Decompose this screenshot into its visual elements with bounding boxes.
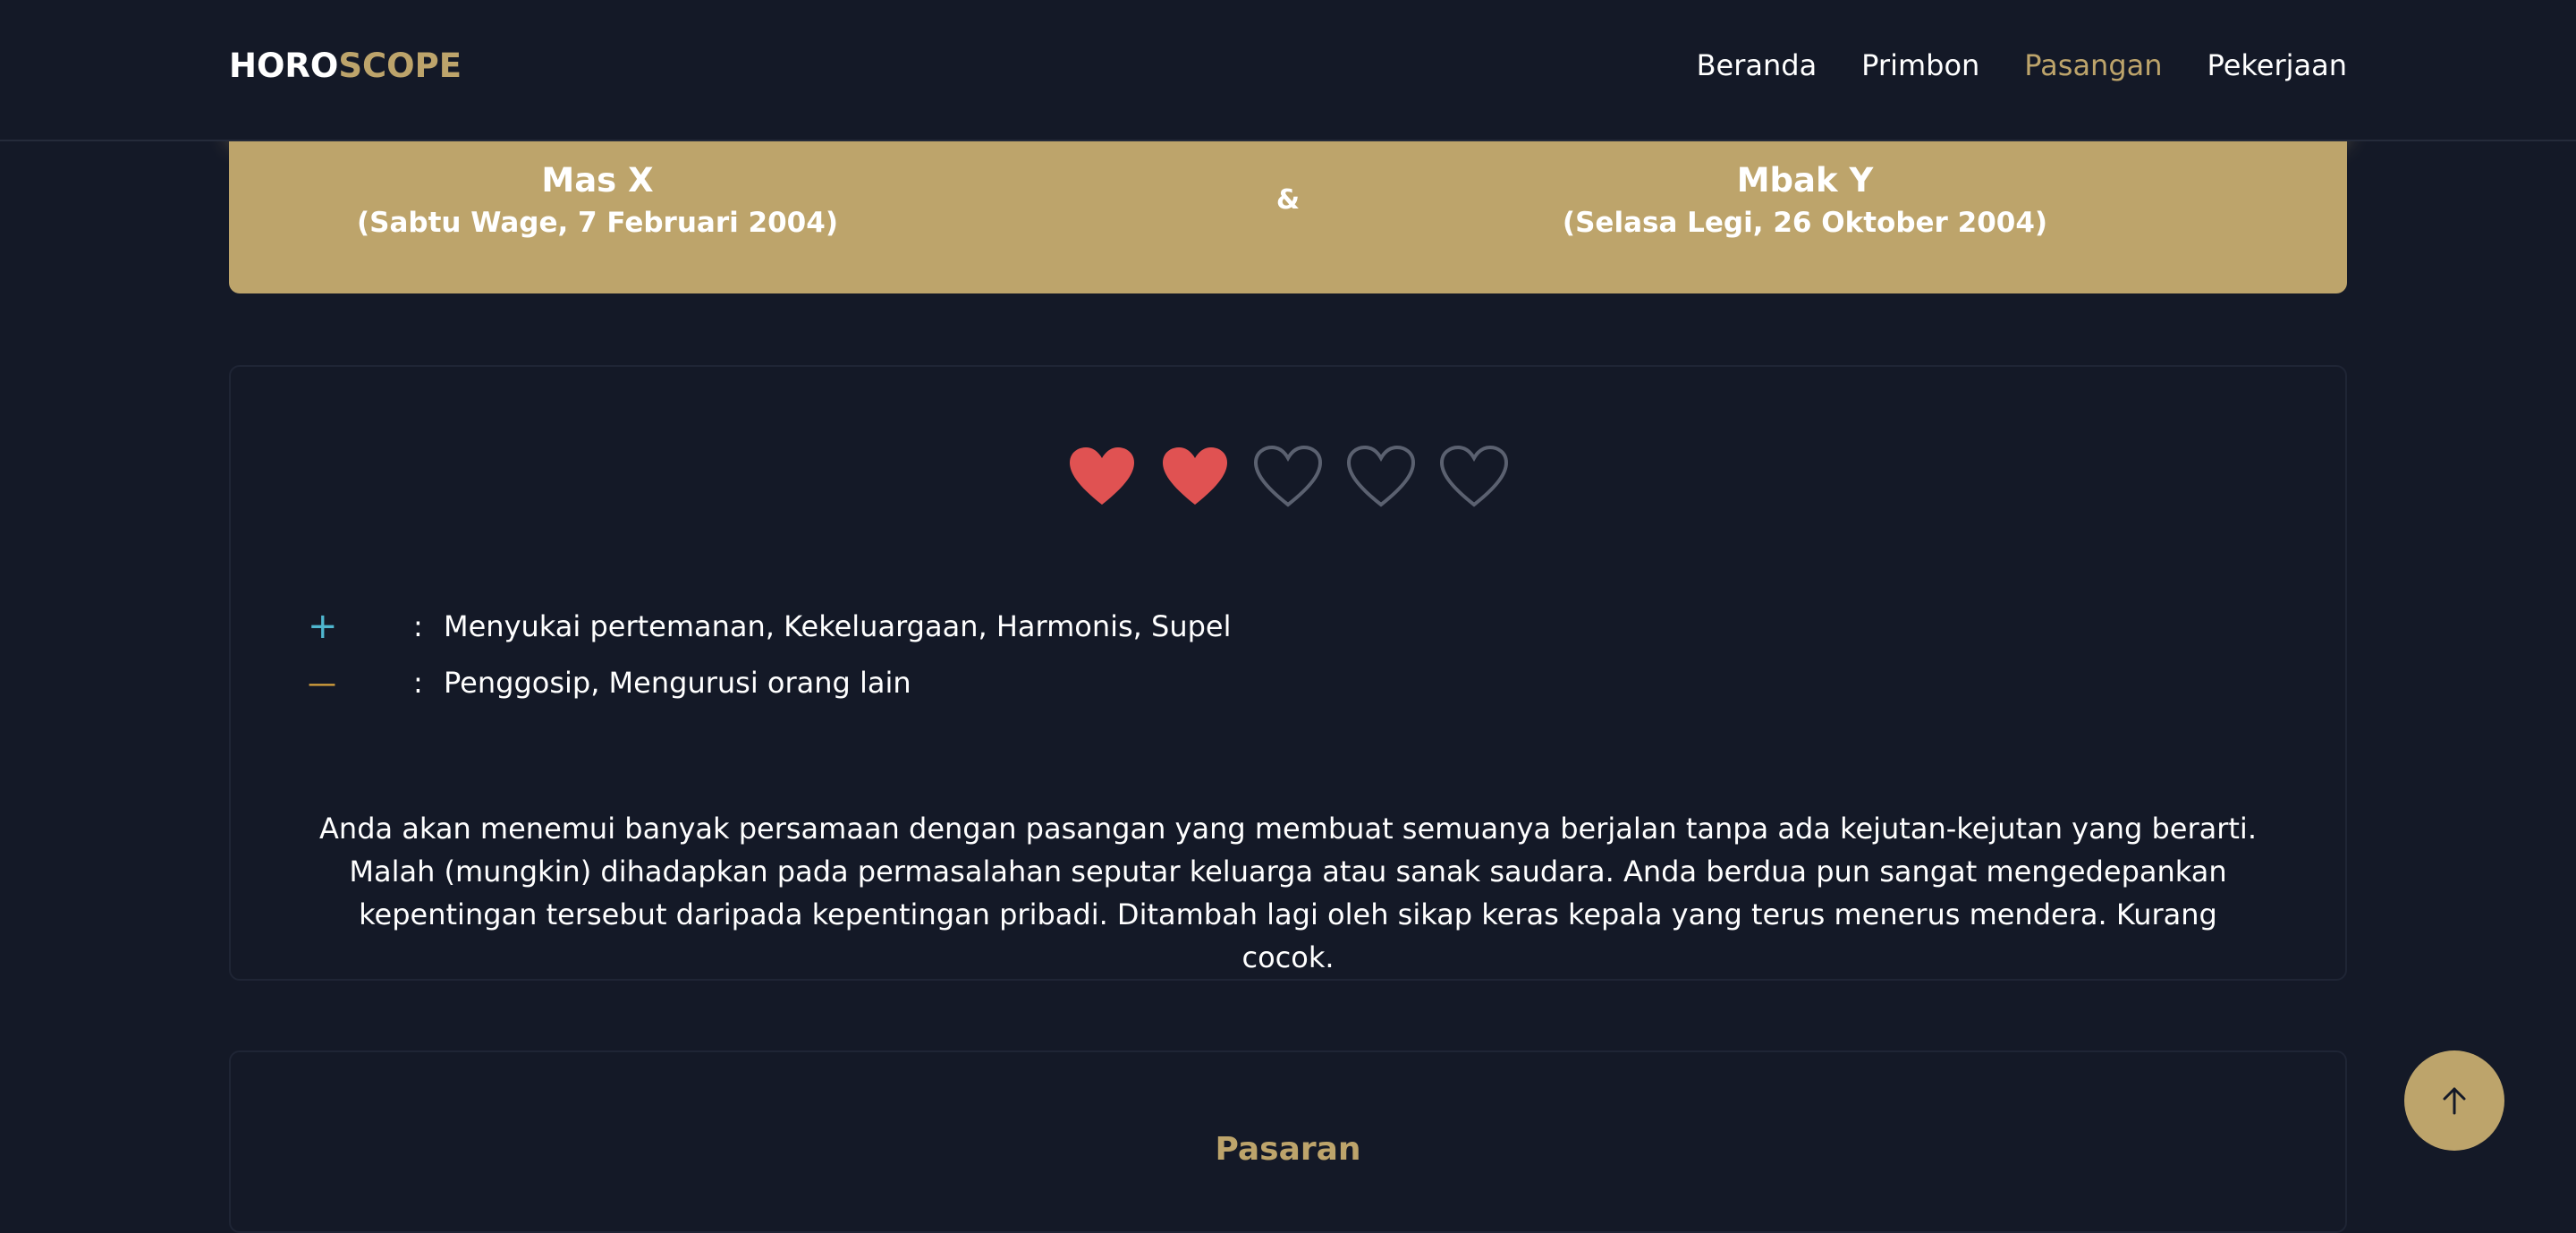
- heart-empty-icon: [1347, 446, 1415, 508]
- person-right-date: (Selasa Legi, 26 Oktober 2004): [1562, 207, 2048, 239]
- trait-positive: + : Menyukai pertemanan, Kekeluargaan, H…: [308, 598, 1232, 654]
- navbar: HOROSCOPE Beranda Primbon Pasangan Peker…: [0, 0, 2576, 141]
- couple-separator: &: [1275, 184, 1301, 216]
- nav-primbon[interactable]: Primbon: [1861, 48, 1979, 82]
- trait-colon: :: [413, 608, 423, 643]
- plus-icon: +: [308, 605, 338, 647]
- logo-part-scope: SCOPE: [338, 47, 462, 85]
- person-left-name: Mas X: [541, 161, 654, 200]
- logo-part-horo: HORO: [229, 47, 339, 85]
- logo[interactable]: HOROSCOPE: [229, 47, 462, 85]
- trait-negative: — : Penggosip, Mengurusi orang lain: [308, 654, 1232, 710]
- nav-pasangan[interactable]: Pasangan: [2024, 48, 2162, 82]
- pasaran-title: Pasaran: [1215, 1131, 1361, 1168]
- minus-icon: —: [308, 665, 336, 700]
- person-right-name: Mbak Y: [1736, 161, 1874, 200]
- trait-negative-text: Penggosip, Mengurusi orang lain: [444, 665, 911, 700]
- compatibility-description: Anda akan menemui banyak persamaan denga…: [319, 812, 2257, 974]
- nav-beranda[interactable]: Beranda: [1697, 48, 1818, 82]
- pasaran-card: Pasaran: [229, 1050, 2347, 1233]
- compatibility-card: + : Menyukai pertemanan, Kekeluargaan, H…: [229, 365, 2347, 981]
- traits-list: + : Menyukai pertemanan, Kekeluargaan, H…: [308, 598, 1232, 710]
- heart-empty-icon: [1440, 446, 1508, 508]
- heart-filled-icon: [1161, 446, 1229, 508]
- person-right: Mbak Y (Selasa Legi, 26 Oktober 2004): [1402, 159, 2207, 243]
- person-left: Mas X (Sabtu Wage, 7 Februari 2004): [195, 159, 1000, 243]
- person-left-date: (Sabtu Wage, 7 Februari 2004): [356, 207, 838, 239]
- trait-positive-text: Menyukai pertemanan, Kekeluargaan, Harmo…: [444, 608, 1232, 643]
- rating-hearts: [231, 446, 2345, 508]
- trait-colon: :: [413, 665, 423, 700]
- main-nav: Beranda Primbon Pasangan Pekerjaan: [1697, 48, 2347, 82]
- scroll-to-top-button[interactable]: [2404, 1050, 2504, 1151]
- heart-empty-icon: [1254, 446, 1322, 508]
- couple-banner: Mas X (Sabtu Wage, 7 Februari 2004) & Mb…: [229, 125, 2347, 293]
- nav-pekerjaan[interactable]: Pekerjaan: [2207, 48, 2347, 82]
- arrow-up-icon: [2443, 1087, 2466, 1115]
- heart-filled-icon: [1068, 446, 1136, 508]
